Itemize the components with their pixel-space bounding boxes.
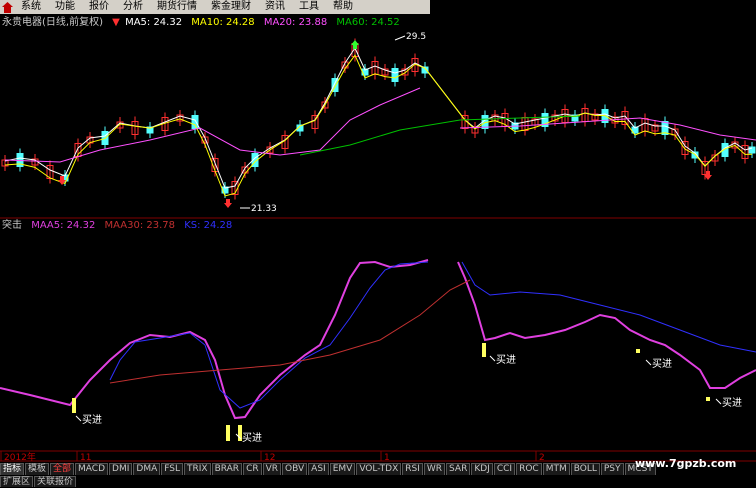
- tab-dmi[interactable]: DMI: [109, 463, 133, 475]
- tab-cr[interactable]: CR: [243, 463, 262, 475]
- menu-item-5[interactable]: 紫金理财: [204, 0, 258, 14]
- tab-asi[interactable]: ASI: [308, 463, 329, 475]
- main-chart-legend: 永贵电器(日线,前复权) ▼ MA5: 24.32 MA10: 24.28 MA…: [2, 17, 406, 29]
- tab-dma[interactable]: DMA: [133, 463, 161, 475]
- low-annotation: 21.33: [251, 204, 277, 214]
- ma10-label: MA10: 24.28: [191, 17, 255, 28]
- ks-line-right: [461, 261, 756, 353]
- buy-signal-1: [72, 398, 76, 413]
- menu-item-8[interactable]: 帮助: [326, 0, 360, 14]
- buy-pointer: [715, 398, 722, 405]
- time-label: 11: [80, 453, 91, 463]
- tab-模板[interactable]: 模板: [25, 463, 50, 475]
- tab-全部[interactable]: 全部: [50, 463, 75, 475]
- time-label: 12: [264, 453, 275, 463]
- watermark: www.7gpzb.com: [635, 457, 737, 470]
- tab-vol-tdx[interactable]: VOL-TDX: [356, 463, 402, 475]
- menu-item-3[interactable]: 分析: [116, 0, 150, 14]
- tab-brar[interactable]: BRAR: [211, 463, 243, 475]
- tab-macd[interactable]: MACD: [75, 463, 109, 475]
- buy-pointer: [645, 359, 652, 366]
- tab-extension-1[interactable]: 关联报价: [34, 476, 77, 487]
- menu-item-2[interactable]: 报价: [82, 0, 116, 14]
- tab-kdj[interactable]: KDJ: [471, 463, 493, 475]
- indicator-tabs: 指标 模板 全部 MACD DMI DMA FSL TRIX BRAR CR VR OBV ASI EMV…: [0, 463, 657, 475]
- time-label: 2: [539, 453, 545, 463]
- indicator-legend: 突击 MAA5: 24.32 MAA30: 23.78 KS: 24.28: [2, 220, 238, 232]
- tab-fsl[interactable]: FSL: [161, 463, 183, 475]
- tab-mtm[interactable]: MTM: [542, 463, 570, 475]
- buy-label-1: 买进: [242, 432, 262, 444]
- buy-signal-4: [482, 343, 486, 357]
- high-pointer: [394, 35, 406, 41]
- buy-pointer: [75, 415, 82, 422]
- tab-obv[interactable]: OBV: [282, 463, 308, 475]
- tab-sar[interactable]: SAR: [446, 463, 471, 475]
- buy-signal-5: [636, 349, 640, 353]
- menu-item-4[interactable]: 期货行情: [150, 0, 204, 14]
- tab-rsi[interactable]: RSI: [402, 463, 423, 475]
- tab-trix[interactable]: TRIX: [184, 463, 211, 475]
- buy-label-0: 买进: [82, 414, 102, 426]
- chart-canvas[interactable]: 2012年 11 12 1 229.521.33买进买进买进 买进买进: [0, 0, 756, 487]
- high-annotation: 29.5: [406, 32, 426, 42]
- menu-item-1[interactable]: 功能: [48, 0, 82, 14]
- buy-label-3: 买进: [652, 358, 672, 370]
- ma60-label: MA60: 24.52: [336, 17, 400, 28]
- stock-title: 永贵电器(日线,前复权): [2, 17, 103, 28]
- buy-signal-2: [226, 425, 230, 441]
- tab-vr[interactable]: VR: [262, 463, 282, 475]
- extension-tabs: 扩展区 关联报价: [0, 476, 77, 487]
- tab-wr[interactable]: WR: [423, 463, 446, 475]
- ma20-line: [4, 87, 421, 163]
- time-label: 2012年: [4, 451, 36, 463]
- candle-body: [748, 146, 756, 154]
- tab-指标[interactable]: 指标: [0, 463, 25, 475]
- candle-body: [191, 115, 199, 129]
- ks-label: KS: 24.28: [184, 220, 233, 231]
- indicator-name: 突击: [2, 220, 22, 231]
- menu-item-7[interactable]: 工具: [292, 0, 326, 14]
- candle-body: [391, 68, 399, 82]
- app-logo-icon: [0, 0, 14, 14]
- tab-psy[interactable]: PSY: [600, 463, 624, 475]
- buy-signal-6: [706, 397, 710, 401]
- tab-roc[interactable]: ROC: [516, 463, 542, 475]
- up-arrow-icon: [224, 199, 232, 208]
- maa5-line: [0, 259, 429, 420]
- menu-item-6[interactable]: 资讯: [258, 0, 292, 14]
- menu-item-0[interactable]: 系统: [14, 0, 48, 14]
- buy-label-4: 买进: [722, 397, 742, 409]
- ma5-label: MA5: 24.32: [125, 17, 183, 28]
- maa30-label: MAA30: 23.78: [104, 220, 176, 231]
- ma20-label: MA20: 23.88: [263, 17, 328, 28]
- legend-marker-icon: ▼: [112, 17, 120, 28]
- maa5-label: MAA5: 24.32: [31, 220, 96, 231]
- tab-emv[interactable]: EMV: [329, 463, 356, 475]
- buy-label-2: 买进: [496, 354, 516, 366]
- maa5-line-right: [457, 261, 756, 389]
- menu-bar: 系统 功能 报价 分析 期货行情 紫金理财 资讯 工具 帮助: [0, 0, 430, 14]
- tab-extension-0[interactable]: 扩展区: [0, 476, 34, 487]
- tab-cci[interactable]: CCI: [493, 463, 516, 475]
- time-label: 1: [384, 453, 390, 463]
- tab-boll[interactable]: BOLL: [570, 463, 600, 475]
- buy-pointer: [489, 355, 496, 362]
